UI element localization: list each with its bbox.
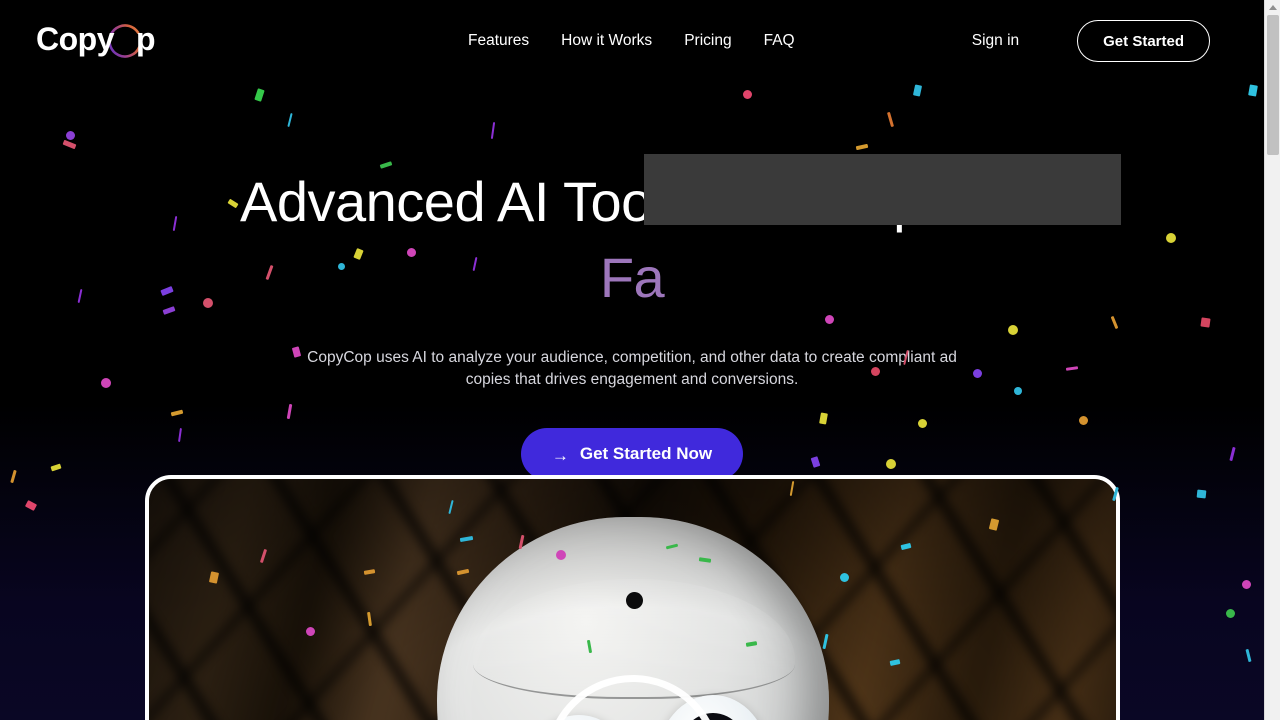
- get-started-now-button[interactable]: → Get Started Now: [520, 428, 744, 480]
- confetti-particle: [24, 500, 38, 511]
- vertical-scrollbar[interactable]: [1264, 0, 1280, 720]
- hero-title-line-2-accent: Fa: [599, 246, 665, 309]
- hero-cta-wrap: → Get Started Now: [0, 428, 1264, 480]
- nav-item-pricing[interactable]: Pricing: [684, 30, 731, 51]
- header-actions: Sign in Get Started: [972, 20, 1210, 62]
- brand-logo[interactable]: Copy p: [36, 18, 156, 64]
- main-nav: Features How it Works Pricing FAQ: [468, 30, 795, 51]
- hero-video-card[interactable]: [145, 475, 1120, 720]
- nav-item-faq[interactable]: FAQ: [764, 30, 795, 51]
- brand-text-after: p: [136, 21, 156, 57]
- hero-section: Advanced AI Tool For Compliant Fa CopyCo…: [0, 82, 1264, 480]
- hero-video-inner: [149, 479, 1116, 720]
- hero-subtitle: CopyCop uses AI to analyze your audience…: [307, 349, 957, 388]
- brand-text-before: Copy: [36, 21, 115, 57]
- page-viewport: Copy p Features How it Works Pricing FAQ…: [0, 0, 1264, 720]
- get-started-button[interactable]: Get Started: [1077, 20, 1210, 62]
- heading-overlay-block: [644, 154, 1121, 225]
- nav-item-how-it-works[interactable]: How it Works: [561, 30, 652, 51]
- confetti-particle: [1245, 648, 1252, 663]
- scroll-up-arrow-icon[interactable]: [1265, 0, 1280, 14]
- get-started-now-label: Get Started Now: [579, 444, 713, 463]
- arrow-right-icon: →: [551, 445, 569, 465]
- confetti-particle: [1226, 609, 1235, 618]
- scrollbar-thumb[interactable]: [1267, 15, 1279, 155]
- confetti-particle: [1196, 489, 1207, 499]
- sign-in-link[interactable]: Sign in: [972, 32, 1019, 50]
- nav-item-features[interactable]: Features: [468, 30, 529, 51]
- site-header: Copy p Features How it Works Pricing FAQ…: [0, 0, 1264, 82]
- confetti-particle: [1242, 580, 1251, 589]
